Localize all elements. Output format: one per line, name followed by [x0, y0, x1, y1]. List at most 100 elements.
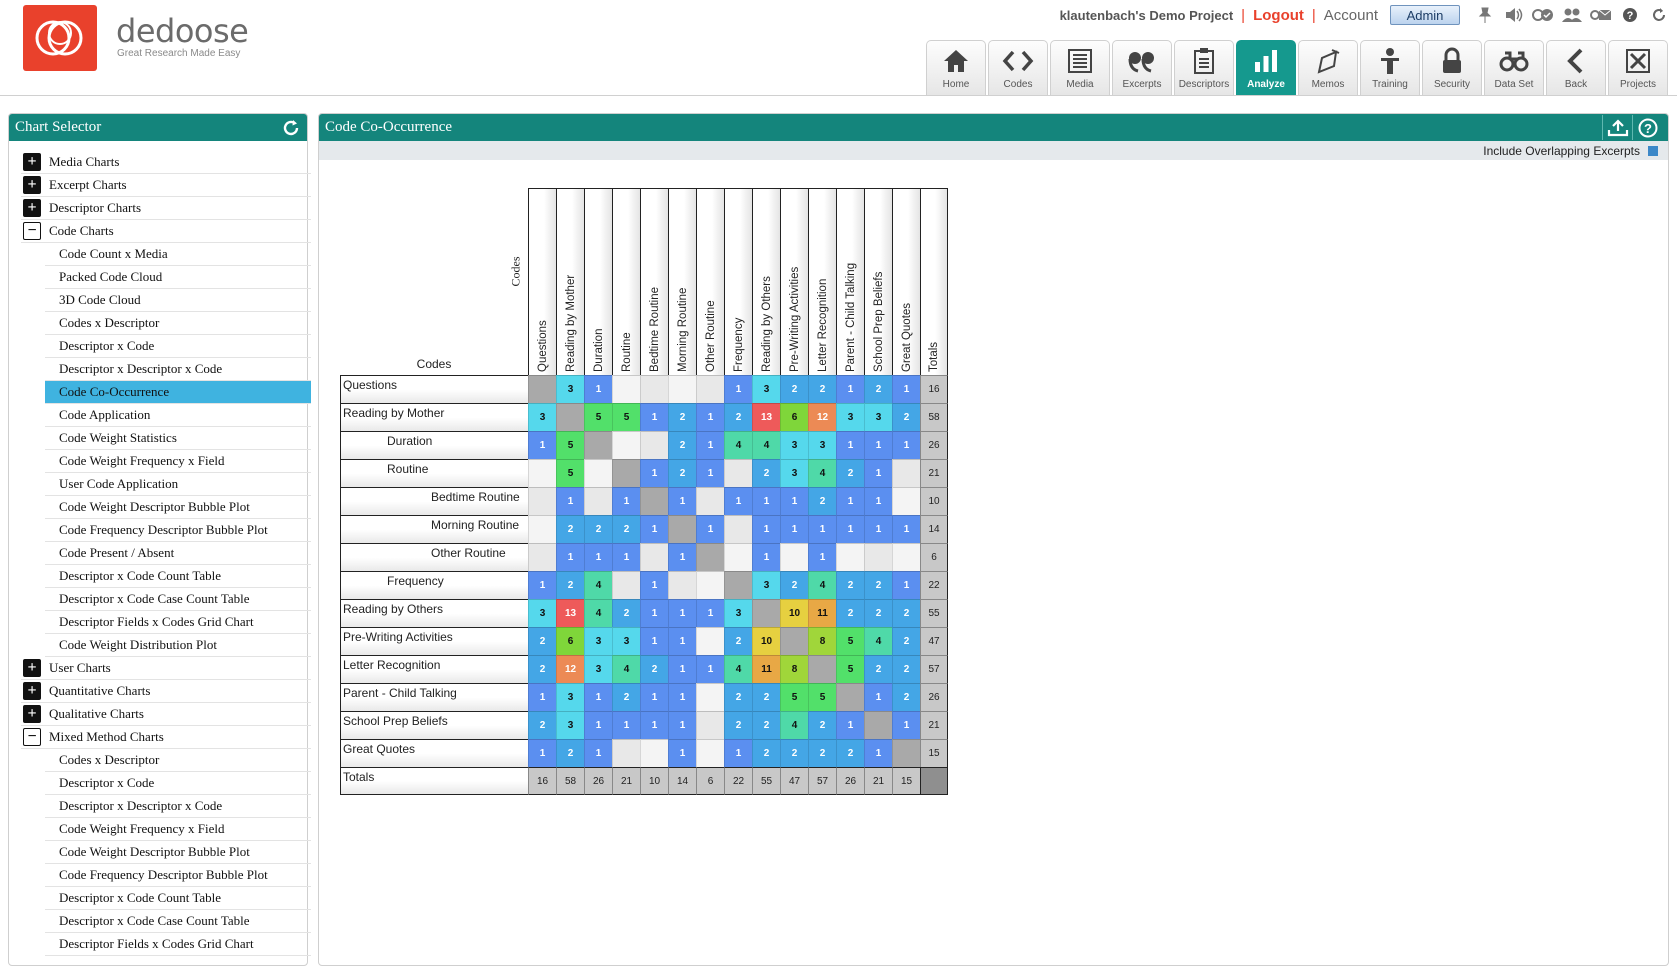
- chart-option[interactable]: Code Co-Occurrence: [45, 381, 311, 404]
- matrix-cell[interactable]: 2: [668, 403, 696, 431]
- matrix-cell[interactable]: 2: [612, 683, 640, 711]
- chart-option[interactable]: Code Count x Media: [45, 243, 311, 266]
- matrix-cell[interactable]: 3: [780, 459, 808, 487]
- matrix-cell[interactable]: 4: [612, 655, 640, 683]
- matrix-cell[interactable]: 1: [836, 515, 864, 543]
- matrix-cell[interactable]: 5: [808, 683, 836, 711]
- matrix-cell[interactable]: [724, 543, 752, 571]
- chart-option[interactable]: Code Weight Distribution Plot: [45, 634, 311, 657]
- matrix-cell[interactable]: 2: [836, 459, 864, 487]
- nav-tab-projects[interactable]: Projects: [1608, 40, 1668, 95]
- matrix-cell[interactable]: [668, 571, 696, 599]
- matrix-cell[interactable]: [696, 739, 724, 767]
- matrix-cell[interactable]: 1: [640, 683, 668, 711]
- matrix-cell[interactable]: [584, 487, 612, 515]
- status-check-icon[interactable]: [1532, 6, 1554, 24]
- matrix-cell[interactable]: 3: [864, 403, 892, 431]
- matrix-cell[interactable]: 3: [724, 599, 752, 627]
- chart-help-icon[interactable]: ?: [1632, 115, 1662, 140]
- matrix-cell[interactable]: 2: [808, 739, 836, 767]
- matrix-cell[interactable]: 11: [752, 655, 780, 683]
- matrix-cell[interactable]: [612, 459, 640, 487]
- account-link[interactable]: Account: [1324, 7, 1378, 24]
- matrix-cell[interactable]: [612, 375, 640, 403]
- matrix-cell[interactable]: [836, 683, 864, 711]
- matrix-cell[interactable]: 1: [668, 543, 696, 571]
- matrix-cell[interactable]: 1: [836, 375, 864, 403]
- matrix-cell[interactable]: [556, 403, 584, 431]
- matrix-cell[interactable]: 1: [668, 487, 696, 515]
- matrix-cell[interactable]: 1: [528, 739, 556, 767]
- matrix-cell[interactable]: 2: [892, 599, 920, 627]
- chart-option[interactable]: Codes x Descriptor: [45, 312, 311, 335]
- refresh-icon[interactable]: [1648, 6, 1670, 24]
- category-mixed-method-charts[interactable]: − Mixed Method Charts: [21, 726, 311, 749]
- matrix-cell[interactable]: 1: [584, 543, 612, 571]
- matrix-cell[interactable]: 1: [864, 431, 892, 459]
- matrix-cell[interactable]: 1: [836, 431, 864, 459]
- matrix-cell[interactable]: 1: [668, 711, 696, 739]
- help-icon[interactable]: ?: [1619, 6, 1641, 24]
- matrix-cell[interactable]: 2: [640, 655, 668, 683]
- matrix-cell[interactable]: [528, 543, 556, 571]
- matrix-cell[interactable]: 1: [836, 487, 864, 515]
- matrix-cell[interactable]: 1: [668, 599, 696, 627]
- matrix-cell[interactable]: 2: [808, 711, 836, 739]
- matrix-cell[interactable]: 1: [864, 459, 892, 487]
- chart-option[interactable]: Code Frequency Descriptor Bubble Plot: [45, 519, 311, 542]
- matrix-cell[interactable]: 1: [864, 515, 892, 543]
- matrix-cell[interactable]: 5: [612, 403, 640, 431]
- nav-tab-codes[interactable]: Codes: [988, 40, 1048, 95]
- matrix-cell[interactable]: [892, 739, 920, 767]
- matrix-cell[interactable]: 1: [696, 655, 724, 683]
- matrix-cell[interactable]: [640, 431, 668, 459]
- matrix-cell[interactable]: 1: [584, 375, 612, 403]
- matrix-cell[interactable]: 1: [696, 459, 724, 487]
- matrix-cell[interactable]: 2: [668, 431, 696, 459]
- matrix-cell[interactable]: 1: [668, 627, 696, 655]
- matrix-cell[interactable]: [696, 543, 724, 571]
- pin-icon[interactable]: [1474, 6, 1496, 24]
- matrix-cell[interactable]: 2: [836, 739, 864, 767]
- sound-icon[interactable]: [1503, 6, 1525, 24]
- matrix-cell[interactable]: 4: [864, 627, 892, 655]
- category-code-charts[interactable]: − Code Charts: [21, 220, 311, 243]
- matrix-cell[interactable]: [696, 487, 724, 515]
- matrix-cell[interactable]: 2: [528, 711, 556, 739]
- matrix-cell[interactable]: 4: [584, 599, 612, 627]
- nav-tab-excerpts[interactable]: Excerpts: [1112, 40, 1172, 95]
- matrix-cell[interactable]: 2: [780, 739, 808, 767]
- category-qualitative-charts[interactable]: + Qualitative Charts: [21, 703, 311, 726]
- matrix-cell[interactable]: [724, 459, 752, 487]
- matrix-cell[interactable]: 2: [556, 571, 584, 599]
- category-media-charts[interactable]: + Media Charts: [21, 151, 311, 174]
- expand-icon[interactable]: +: [23, 682, 41, 700]
- chart-option[interactable]: Code Weight Frequency x Field: [45, 450, 311, 473]
- matrix-cell[interactable]: 1: [892, 571, 920, 599]
- matrix-cell[interactable]: 2: [808, 487, 836, 515]
- matrix-cell[interactable]: [640, 375, 668, 403]
- chart-option[interactable]: Code Weight Descriptor Bubble Plot: [45, 496, 311, 519]
- matrix-cell[interactable]: [780, 543, 808, 571]
- matrix-cell[interactable]: 1: [640, 627, 668, 655]
- chart-option[interactable]: Descriptor x Descriptor x Code: [45, 358, 311, 381]
- export-icon[interactable]: [1602, 115, 1632, 140]
- collapse-icon[interactable]: −: [23, 728, 41, 746]
- matrix-cell[interactable]: 5: [780, 683, 808, 711]
- category-quantitative-charts[interactable]: + Quantitative Charts: [21, 680, 311, 703]
- matrix-cell[interactable]: 11: [808, 599, 836, 627]
- matrix-cell[interactable]: 2: [864, 655, 892, 683]
- chart-option[interactable]: Code Weight Frequency x Field: [45, 818, 311, 841]
- matrix-cell[interactable]: 4: [724, 431, 752, 459]
- matrix-cell[interactable]: [864, 543, 892, 571]
- nav-tab-home[interactable]: Home: [926, 40, 986, 95]
- expand-icon[interactable]: +: [23, 153, 41, 171]
- matrix-cell[interactable]: 1: [752, 515, 780, 543]
- chart-option[interactable]: Code Present / Absent: [45, 542, 311, 565]
- matrix-cell[interactable]: 1: [528, 571, 556, 599]
- matrix-cell[interactable]: 1: [724, 375, 752, 403]
- matrix-cell[interactable]: 1: [612, 543, 640, 571]
- chart-option[interactable]: Code Frequency Descriptor Bubble Plot: [45, 864, 311, 887]
- matrix-cell[interactable]: [528, 459, 556, 487]
- matrix-cell[interactable]: 1: [668, 739, 696, 767]
